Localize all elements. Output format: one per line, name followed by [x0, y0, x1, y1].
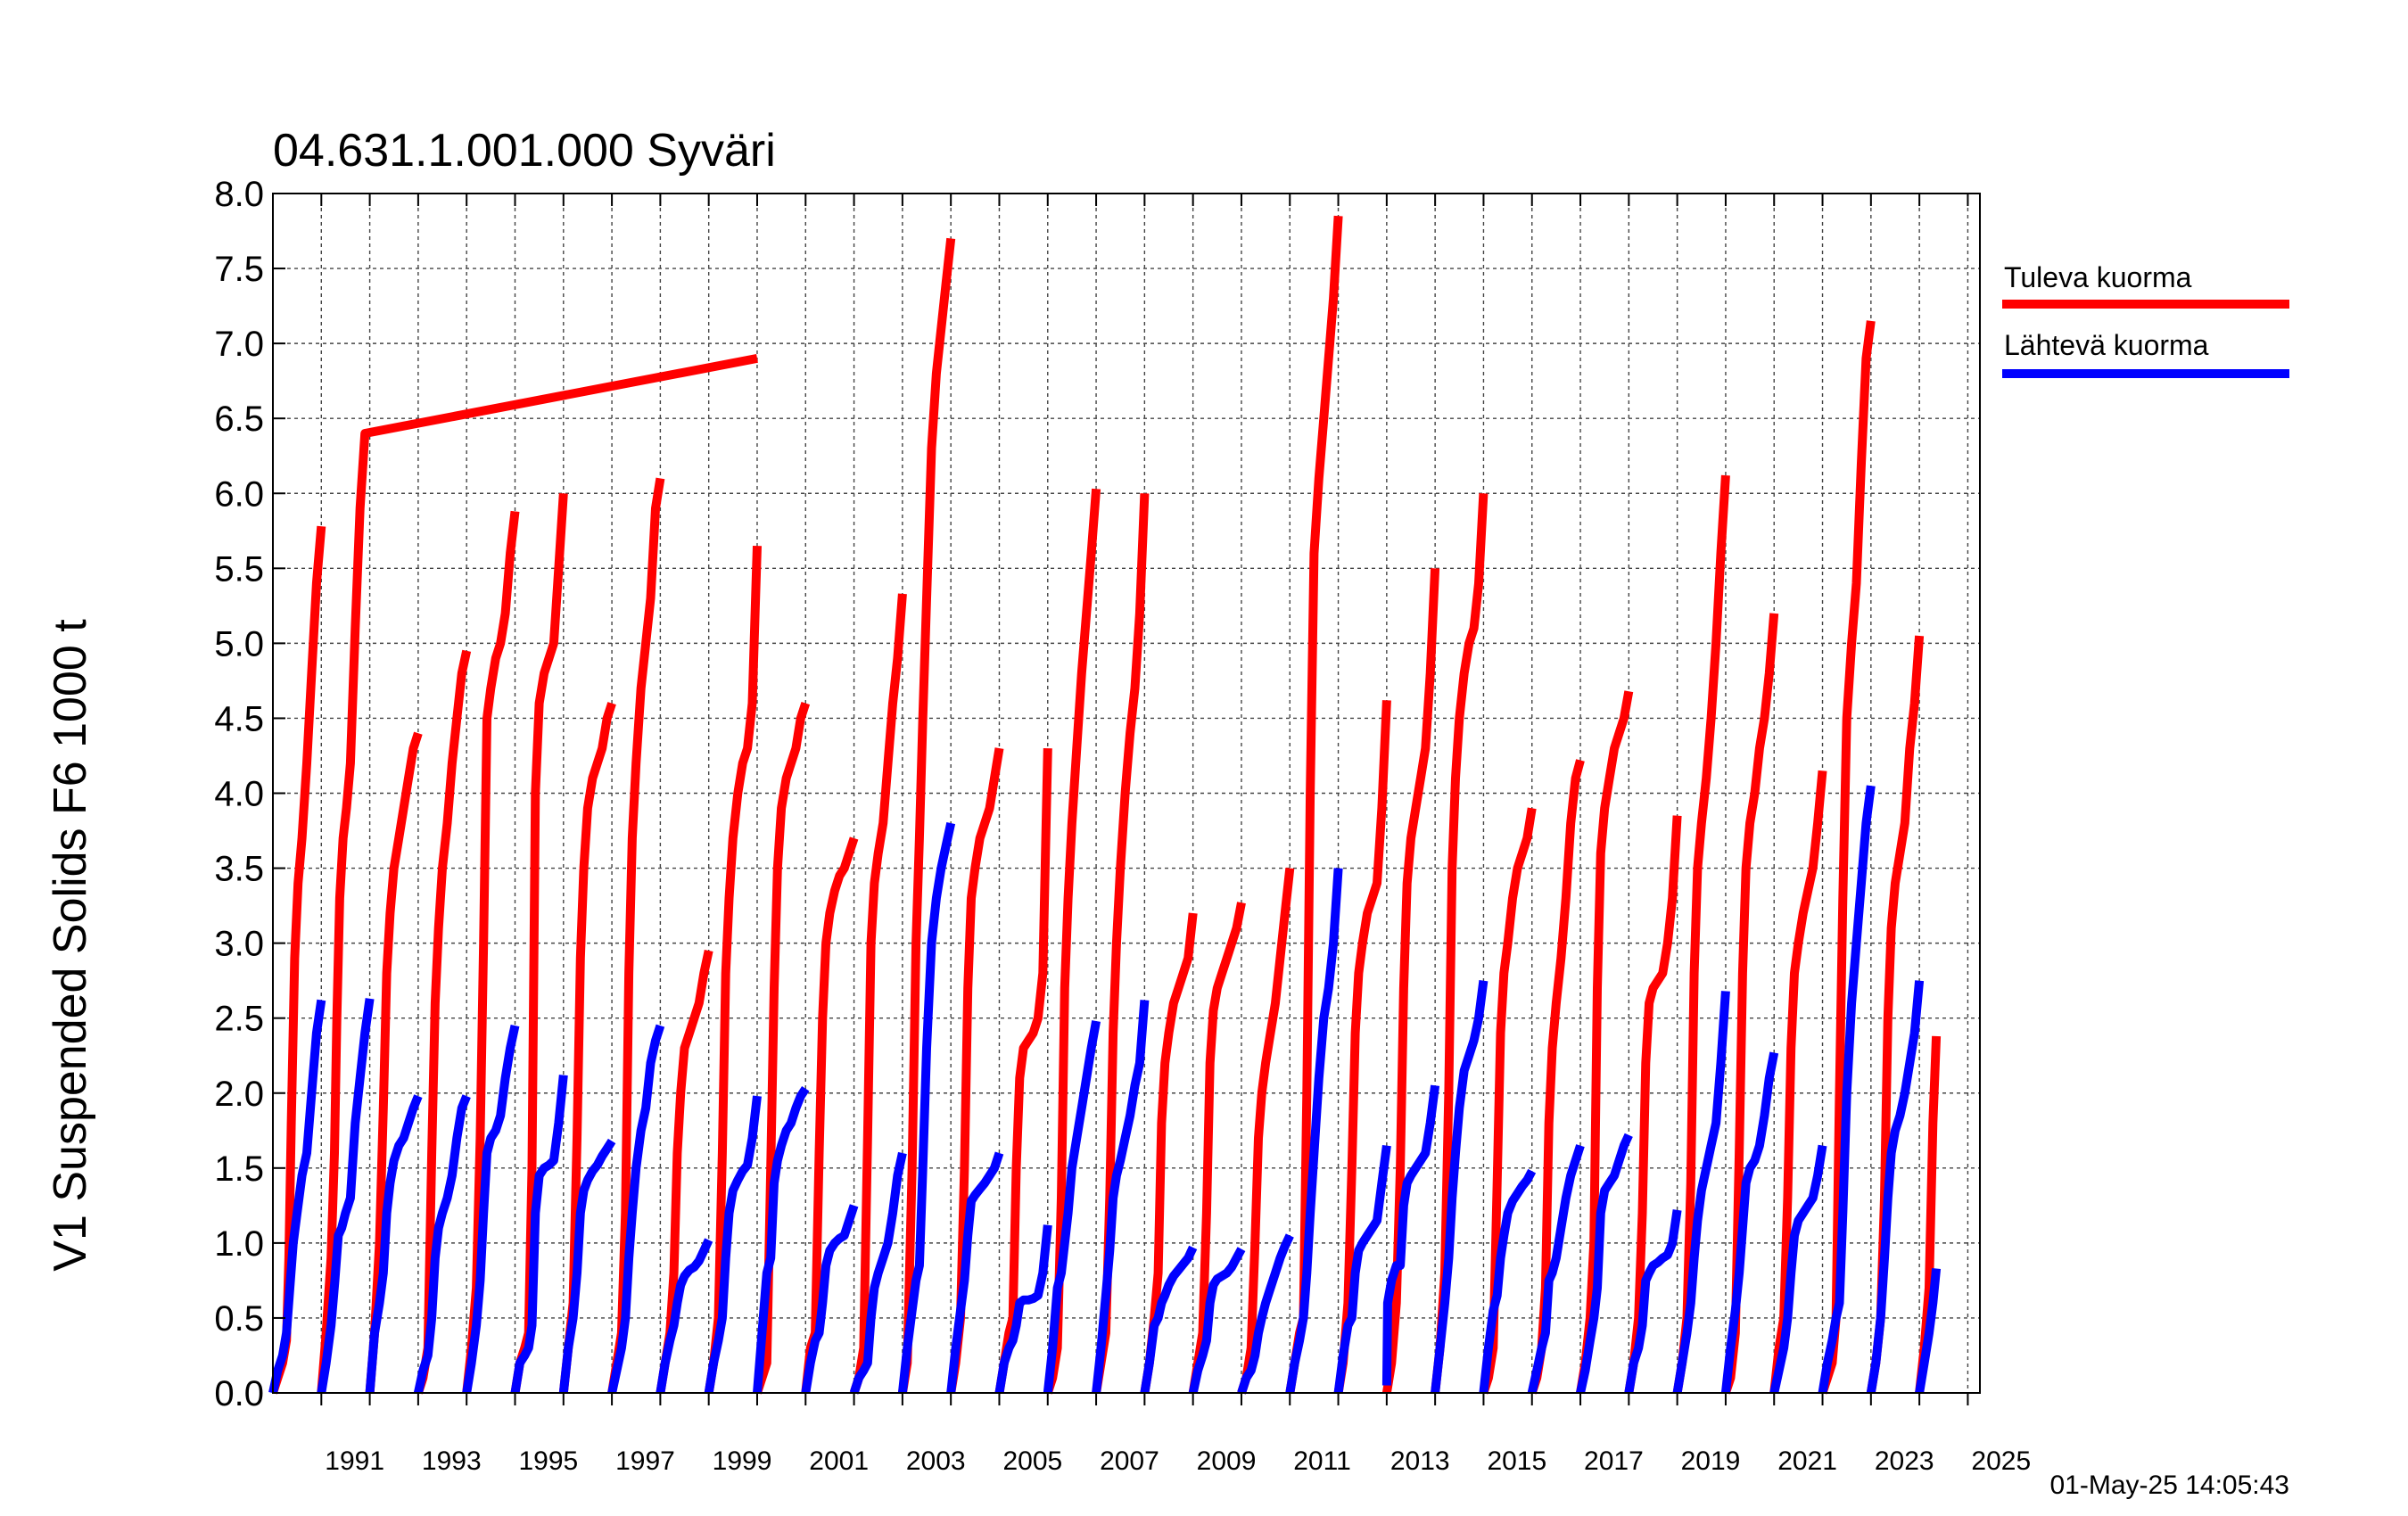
y-axis-ticks: 0.0 0.5 1.0 1.5 2.0 2.5 3.0 3.5 4.0 4.5 5.0 5.5 6.0 6…: [214, 175, 285, 1413]
x-tick-label: 2021: [1777, 1446, 1837, 1476]
x-tick-label: 2023: [1875, 1446, 1934, 1476]
series-line-segment: [1672, 991, 1730, 1394]
y-tick-label: 0.0: [214, 1374, 264, 1413]
y-tick-label: 6.5: [214, 400, 264, 439]
series-line-segment: [1866, 980, 1925, 1394]
series-line-segment: [1576, 1133, 1633, 1395]
series-line-segment: [1285, 868, 1343, 1394]
series-line-segment: [607, 1024, 665, 1395]
series-line-segment: [1527, 759, 1585, 1395]
y-tick-label: 7.0: [214, 325, 264, 364]
timestamp: 01-May-25 14:05:43: [2049, 1471, 2289, 1500]
x-tick-label: 1991: [325, 1446, 384, 1476]
series-line-segment: [1624, 815, 1682, 1394]
series-inflow: [268, 215, 1942, 1395]
series-line-segment: [704, 545, 762, 1394]
data-series: [268, 215, 1942, 1395]
y-axis-label: V1 Suspended Solids F6 1000 t: [45, 619, 96, 1272]
y-tick-label: 3.5: [214, 850, 264, 889]
series-line-segment: [414, 649, 472, 1395]
y-tick-label: 8.0: [214, 175, 264, 214]
legend-item-inflow: Tuleva kuorma: [2002, 261, 2289, 309]
y-tick-label: 7.5: [214, 250, 264, 289]
series-outflow: [268, 785, 1942, 1395]
y-tick-label: 2.0: [214, 1075, 264, 1114]
series-line-segment: [462, 1025, 520, 1394]
legend-label-outflow: Lähtevä kuorma: [2004, 329, 2209, 361]
x-tick-label: 1995: [518, 1446, 578, 1476]
y-tick-label: 0.5: [214, 1299, 264, 1339]
x-tick-label: 2007: [1100, 1446, 1159, 1476]
series-line-segment: [753, 1085, 810, 1394]
y-tick-label: 2.5: [214, 1000, 264, 1039]
series-line-segment: [607, 477, 665, 1394]
x-tick-label: 1993: [422, 1446, 482, 1476]
x-tick-label: 2009: [1197, 1446, 1257, 1476]
series-line-segment: [1043, 488, 1101, 1395]
series-line-segment: [1720, 1051, 1779, 1394]
x-tick-label: 2003: [906, 1446, 966, 1476]
series-line-segment: [1527, 1144, 1585, 1395]
x-tick-label: 2015: [1487, 1446, 1546, 1476]
series-line-segment: [558, 702, 616, 1394]
y-tick-label: 5.0: [214, 624, 264, 663]
series-line-segment: [268, 525, 326, 1395]
series-line-segment: [1769, 770, 1827, 1394]
x-tick-label: 1997: [615, 1446, 675, 1476]
legend: Tuleva kuorma Lähtevä kuorma: [2002, 261, 2289, 378]
chart-title: 04.631.1.001.000 Syväri: [273, 125, 776, 177]
x-tick-label: 2025: [1971, 1446, 2031, 1476]
x-tick-label: 2001: [809, 1446, 869, 1476]
series-line-segment: [897, 237, 956, 1394]
x-tick-label: 2017: [1584, 1446, 1644, 1476]
y-tick-label: 6.0: [214, 474, 264, 514]
x-tick-label: 2011: [1293, 1446, 1351, 1476]
y-tick-label: 1.5: [214, 1149, 264, 1189]
x-tick-label: 2019: [1681, 1446, 1741, 1476]
x-tick-label: 2013: [1390, 1446, 1450, 1476]
legend-label-inflow: Tuleva kuorma: [2004, 261, 2192, 293]
y-tick-label: 4.0: [214, 775, 264, 814]
series-line-segment: [1721, 613, 1779, 1395]
x-tick-label: 1999: [713, 1446, 772, 1476]
series-line-segment: [414, 1094, 471, 1395]
y-tick-label: 5.5: [214, 549, 264, 589]
series-line-segment: [1188, 902, 1246, 1394]
series-line-segment: [1092, 1000, 1150, 1394]
y-tick-label: 4.5: [214, 699, 264, 738]
x-tick-label: 2005: [1002, 1446, 1062, 1476]
series-line-segment: [1576, 690, 1634, 1394]
series-line-segment: [1672, 474, 1730, 1394]
series-line-segment: [656, 949, 713, 1394]
series-line-segment: [317, 998, 375, 1394]
y-tick-label: 3.0: [214, 925, 264, 964]
series-line-segment: [1333, 700, 1391, 1394]
y-tick-label: 1.0: [214, 1224, 264, 1264]
suspended-solids-chart: 04.631.1.001.000 Syväri V1 Suspended Sol…: [45, 125, 2289, 1500]
series-line-segment: [994, 1224, 1052, 1394]
series-line-segment: [801, 836, 859, 1394]
series-line-segment: [1043, 1020, 1101, 1394]
series-line-segment: [268, 999, 326, 1395]
legend-item-outflow: Lähtevä kuorma: [2002, 329, 2289, 378]
